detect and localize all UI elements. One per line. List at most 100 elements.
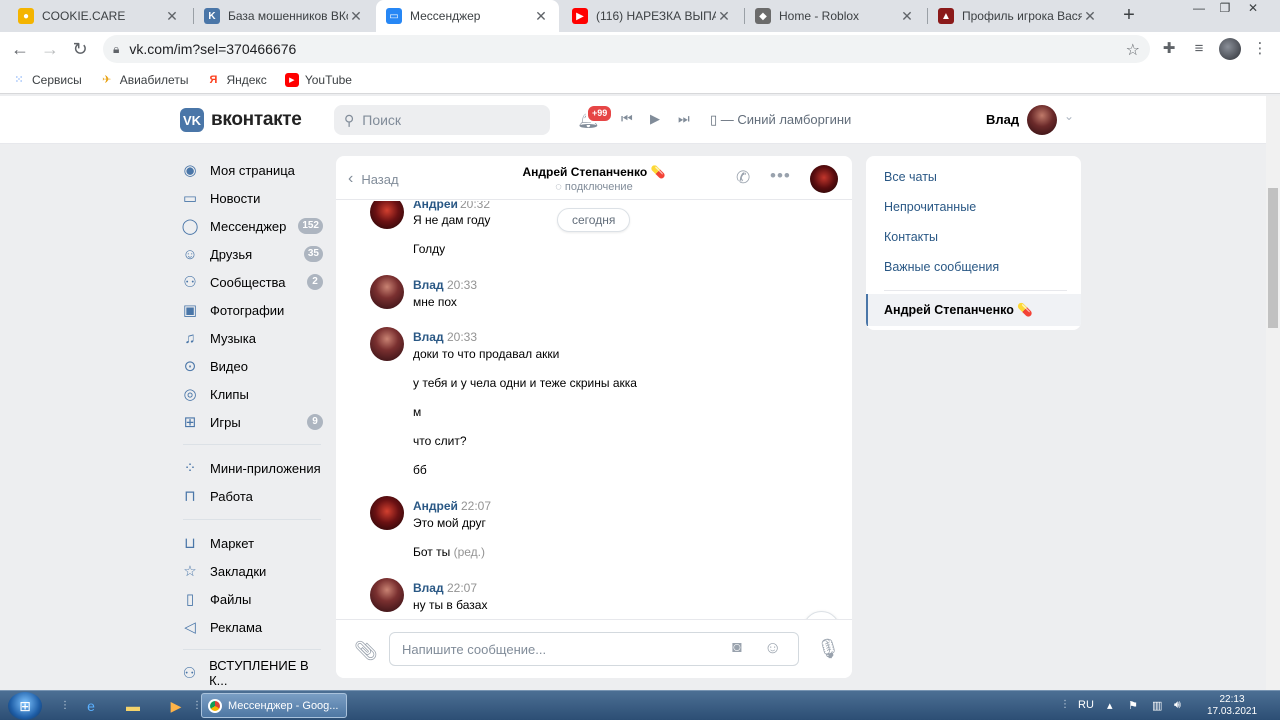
message-time[interactable]: 20:32 — [460, 201, 490, 211]
nav-ads[interactable]: ◁ Реклама — [180, 616, 325, 638]
play-icon[interactable]: ▶ — [650, 111, 660, 127]
browser-tab-cookie-care[interactable]: ● COOKIE.CARE ✕ — [8, 0, 190, 32]
nav-news[interactable]: ▭ Новости — [180, 187, 325, 209]
bookmark-flights[interactable]: ✈ Авиабилеты — [100, 73, 188, 87]
minimize-icon[interactable]: — — [1186, 0, 1212, 18]
message-time[interactable]: 20:33 — [447, 278, 477, 292]
more-dots-icon[interactable]: ••• — [770, 166, 791, 186]
close-tab-icon[interactable]: ✕ — [899, 8, 915, 25]
tray-security-icon[interactable]: ⚑ — [1128, 699, 1138, 712]
back-arrow-icon[interactable]: ← — [9, 38, 31, 60]
nav-communities[interactable]: ⚇ Сообщества 2 — [180, 271, 325, 293]
menu-important-messages[interactable]: Важные сообщения — [884, 260, 999, 274]
message-avatar[interactable] — [370, 275, 404, 309]
nav-market[interactable]: ⊔ Маркет — [180, 532, 325, 554]
nav-work[interactable]: ⊓ Работа — [180, 485, 325, 507]
language-indicator[interactable]: RU — [1078, 699, 1094, 711]
browser-menu-kebab-icon[interactable]: ⋮ — [1250, 39, 1270, 59]
message-author[interactable]: Андрей — [413, 499, 458, 513]
menu-contacts[interactable]: Контакты — [884, 230, 938, 244]
close-tab-icon[interactable]: ✕ — [348, 8, 364, 25]
menu-all-chats[interactable]: Все чаты — [884, 170, 937, 184]
reload-icon[interactable]: ↻ — [69, 38, 91, 60]
browser-tab-scam-database[interactable]: K База мошенников ВКонтакте ✕ — [194, 0, 374, 32]
vk-logo[interactable]: VK вконтакте — [180, 108, 302, 132]
nav-mini-apps[interactable]: ⁘ Мини-приложения — [180, 457, 325, 479]
message-author[interactable]: Влад — [413, 330, 444, 344]
message-time[interactable]: 20:33 — [447, 330, 477, 344]
page-scrollbar[interactable] — [1266, 96, 1280, 690]
forward-arrow-icon[interactable]: → — [39, 38, 61, 60]
scrollbar-thumb[interactable] — [1268, 188, 1278, 328]
close-window-icon[interactable]: ✕ — [1240, 0, 1266, 18]
close-tab-icon[interactable]: ✕ — [164, 8, 180, 25]
close-tab-icon[interactable]: ✕ — [716, 8, 732, 25]
media-player-icon[interactable]: ▶ — [165, 696, 187, 716]
nav-my-page[interactable]: ◉ Моя страница — [180, 159, 325, 181]
emoji-smile-icon[interactable]: ☺ — [764, 638, 781, 658]
message-avatar[interactable] — [370, 201, 404, 229]
camera-icon[interactable]: ◙ — [732, 639, 742, 657]
nav-clips[interactable]: ◎ Клипы — [180, 383, 325, 405]
browser-tab-messenger[interactable]: ▭ Мессенджер ✕ — [376, 0, 559, 32]
paperclip-icon[interactable]: 📎︎ — [354, 639, 378, 663]
browser-tab-player-profile[interactable]: ▲ Профиль игрока Вася Пупкин ✕ — [928, 0, 1108, 32]
nav-group-link[interactable]: ⚇ ВСТУПЛЕНИЕ В К... — [180, 658, 325, 688]
nav-music[interactable]: ♫ Музыка — [180, 327, 325, 349]
taskbar-chrome-window[interactable]: Мессенджер - Goog... — [201, 693, 347, 718]
bookmark-services[interactable]: ⁙ Сервисы — [12, 73, 81, 87]
bookmark-yandex[interactable]: Я Яндекс — [206, 73, 267, 87]
next-track-icon[interactable]: ⏭ — [678, 111, 690, 127]
network-icon[interactable]: ▥ — [1152, 699, 1162, 712]
chevron-down-icon[interactable]: ⌄ — [1064, 109, 1074, 123]
show-hidden-icons-arrow[interactable]: ▴ — [1107, 699, 1113, 712]
now-playing-track[interactable]: ▯ — Синий ламборгини — [710, 112, 851, 128]
microphone-icon[interactable]: 🎙︎ — [816, 637, 840, 661]
message-avatar[interactable] — [370, 578, 404, 612]
menu-unread[interactable]: Непрочитанные — [884, 200, 976, 214]
phone-call-icon[interactable]: ✆ — [736, 168, 750, 188]
browser-tab-roblox[interactable]: ◆ Home - Roblox ✕ — [745, 0, 925, 32]
nav-video[interactable]: ⊙ Видео — [180, 355, 325, 377]
nav-bookmarks[interactable]: ☆ Закладки — [180, 560, 325, 582]
system-clock[interactable]: 22:13 17.03.2021 — [1204, 694, 1260, 718]
nav-games[interactable]: ⊞ Игры 9 — [180, 411, 325, 433]
taskbar-grip-icon: ⋮ — [1060, 699, 1070, 710]
message-history[interactable]: Андрей 20:32 Я не дам году Голду сегодня… — [336, 201, 852, 619]
nav-friends[interactable]: ☺ Друзья 35 — [180, 243, 325, 265]
browser-profile-avatar[interactable] — [1219, 38, 1241, 60]
nav-messenger[interactable]: ◯ Мессенджер 152 — [180, 215, 325, 237]
scroll-to-bottom-button[interactable]: ⌄ — [803, 611, 840, 619]
folder-icon[interactable]: ▬ — [122, 696, 144, 716]
header-user-avatar[interactable] — [1027, 105, 1057, 135]
internet-explorer-icon[interactable]: e — [80, 696, 102, 716]
previous-track-icon[interactable]: ⏮ — [621, 111, 633, 127]
menu-active-chat[interactable]: Андрей Степанченко 💊 — [866, 294, 1081, 326]
yandex-icon: Я — [209, 73, 218, 86]
close-tab-icon[interactable]: ✕ — [533, 8, 549, 25]
message-avatar[interactable] — [370, 496, 404, 530]
vk-search-input[interactable]: ⚲ Поиск — [334, 105, 550, 135]
message-author[interactable]: Влад — [413, 581, 444, 595]
edited-note[interactable]: (ред.) — [454, 545, 485, 559]
message-author[interactable]: Андрей — [413, 201, 458, 211]
windows-start-icon[interactable]: ⊞ — [8, 692, 42, 720]
header-user-name[interactable]: Влад — [986, 112, 1019, 127]
bookmark-youtube[interactable]: ▶ YouTube — [284, 72, 352, 87]
address-bar[interactable]: 🔒︎ vk.com/im?sel=370466676 ☆ — [103, 35, 1150, 63]
volume-icon[interactable]: 🔊︎ — [1174, 699, 1181, 712]
message-time[interactable]: 22:07 — [447, 581, 477, 595]
extensions-puzzle-icon[interactable]: ✚ — [1159, 39, 1179, 59]
message-avatar[interactable] — [370, 327, 404, 361]
message-author[interactable]: Влад — [413, 278, 444, 292]
close-tab-icon[interactable]: ✕ — [1082, 8, 1098, 25]
new-tab-button[interactable]: + — [1118, 4, 1140, 26]
restore-icon[interactable]: ❐ — [1212, 0, 1238, 18]
nav-files[interactable]: ▯ Файлы — [180, 588, 325, 610]
browser-tab-youtube[interactable]: ▶ (116) НАРЕЗКА ВЫПАДЕНИЙ ✕ — [562, 0, 742, 32]
nav-photos[interactable]: ▣ Фотографии — [180, 299, 325, 321]
reading-list-icon[interactable]: ≡ — [1189, 39, 1209, 59]
bookmark-star-icon[interactable]: ☆ — [1126, 40, 1140, 60]
message-time[interactable]: 22:07 — [461, 499, 491, 513]
chat-peer-avatar[interactable] — [810, 165, 838, 193]
